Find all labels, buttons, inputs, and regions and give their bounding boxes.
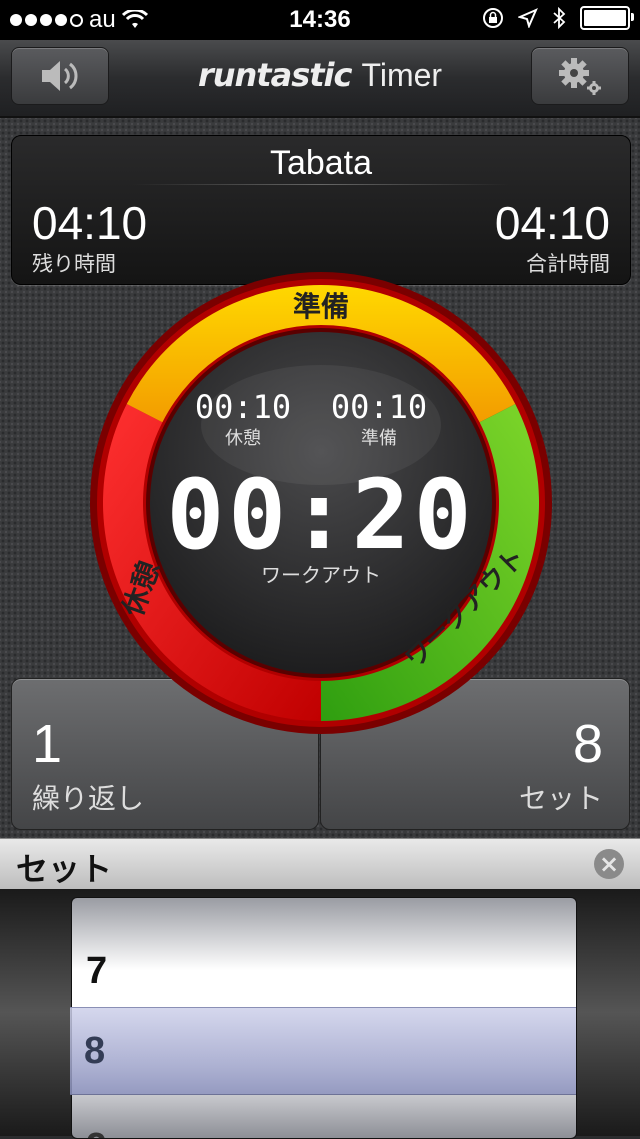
timer-ring[interactable]: 準備 休憩 ワークアウト 00:10 休憩 00:10 準備 00:20 ワーク… bbox=[88, 270, 554, 736]
repeat-value: 1 bbox=[32, 714, 63, 774]
settings-button[interactable] bbox=[531, 47, 629, 105]
rest-time: 00:10 bbox=[195, 388, 291, 426]
picker-selection-bar[interactable]: 8 bbox=[70, 1007, 576, 1095]
picker-option[interactable]: 9 bbox=[86, 1126, 107, 1138]
status-right bbox=[482, 6, 634, 30]
total-time: 04:10 bbox=[494, 197, 610, 249]
picker-selected-option: 8 bbox=[84, 1030, 106, 1072]
picker-body: 7 9 8 bbox=[0, 889, 640, 1139]
status-bar: au 14:36 bbox=[0, 0, 640, 40]
main-timer: 00:20 bbox=[167, 459, 476, 571]
nav-bar: runtastic Timer bbox=[0, 40, 640, 118]
gear-icon bbox=[559, 58, 601, 95]
divider bbox=[132, 184, 510, 185]
sets-label: セット bbox=[518, 782, 603, 815]
workout-info-panel: Tabata 04:10 残り時間 04:10 合計時間 bbox=[11, 135, 631, 285]
timer-ring-graphic: 準備 休憩 ワークアウト 00:10 休憩 00:10 準備 00:20 ワーク… bbox=[90, 272, 552, 734]
brand-logo: runtastic bbox=[197, 56, 353, 94]
battery-icon bbox=[580, 6, 634, 30]
remaining-time: 04:10 bbox=[32, 197, 148, 249]
bluetooth-icon bbox=[553, 7, 566, 29]
app-title-word: Timer bbox=[361, 57, 443, 93]
picker-title: セット bbox=[16, 850, 113, 888]
prep-time-label: 準備 bbox=[361, 428, 397, 449]
close-icon[interactable]: × bbox=[594, 849, 624, 879]
workout-title: Tabata bbox=[269, 144, 373, 182]
main-timer-label: ワークアウト bbox=[261, 563, 381, 587]
prep-time: 00:10 bbox=[331, 388, 427, 426]
rotation-lock-icon bbox=[483, 8, 503, 28]
location-icon bbox=[518, 8, 538, 28]
sets-value: 8 bbox=[572, 714, 603, 774]
picker-option[interactable]: 7 bbox=[86, 950, 107, 993]
picker-header: セット × bbox=[0, 838, 640, 890]
ring-label-prep: 準備 bbox=[293, 290, 349, 323]
rest-time-label: 休憩 bbox=[225, 428, 261, 449]
repeat-label: 繰り返し bbox=[32, 782, 145, 815]
